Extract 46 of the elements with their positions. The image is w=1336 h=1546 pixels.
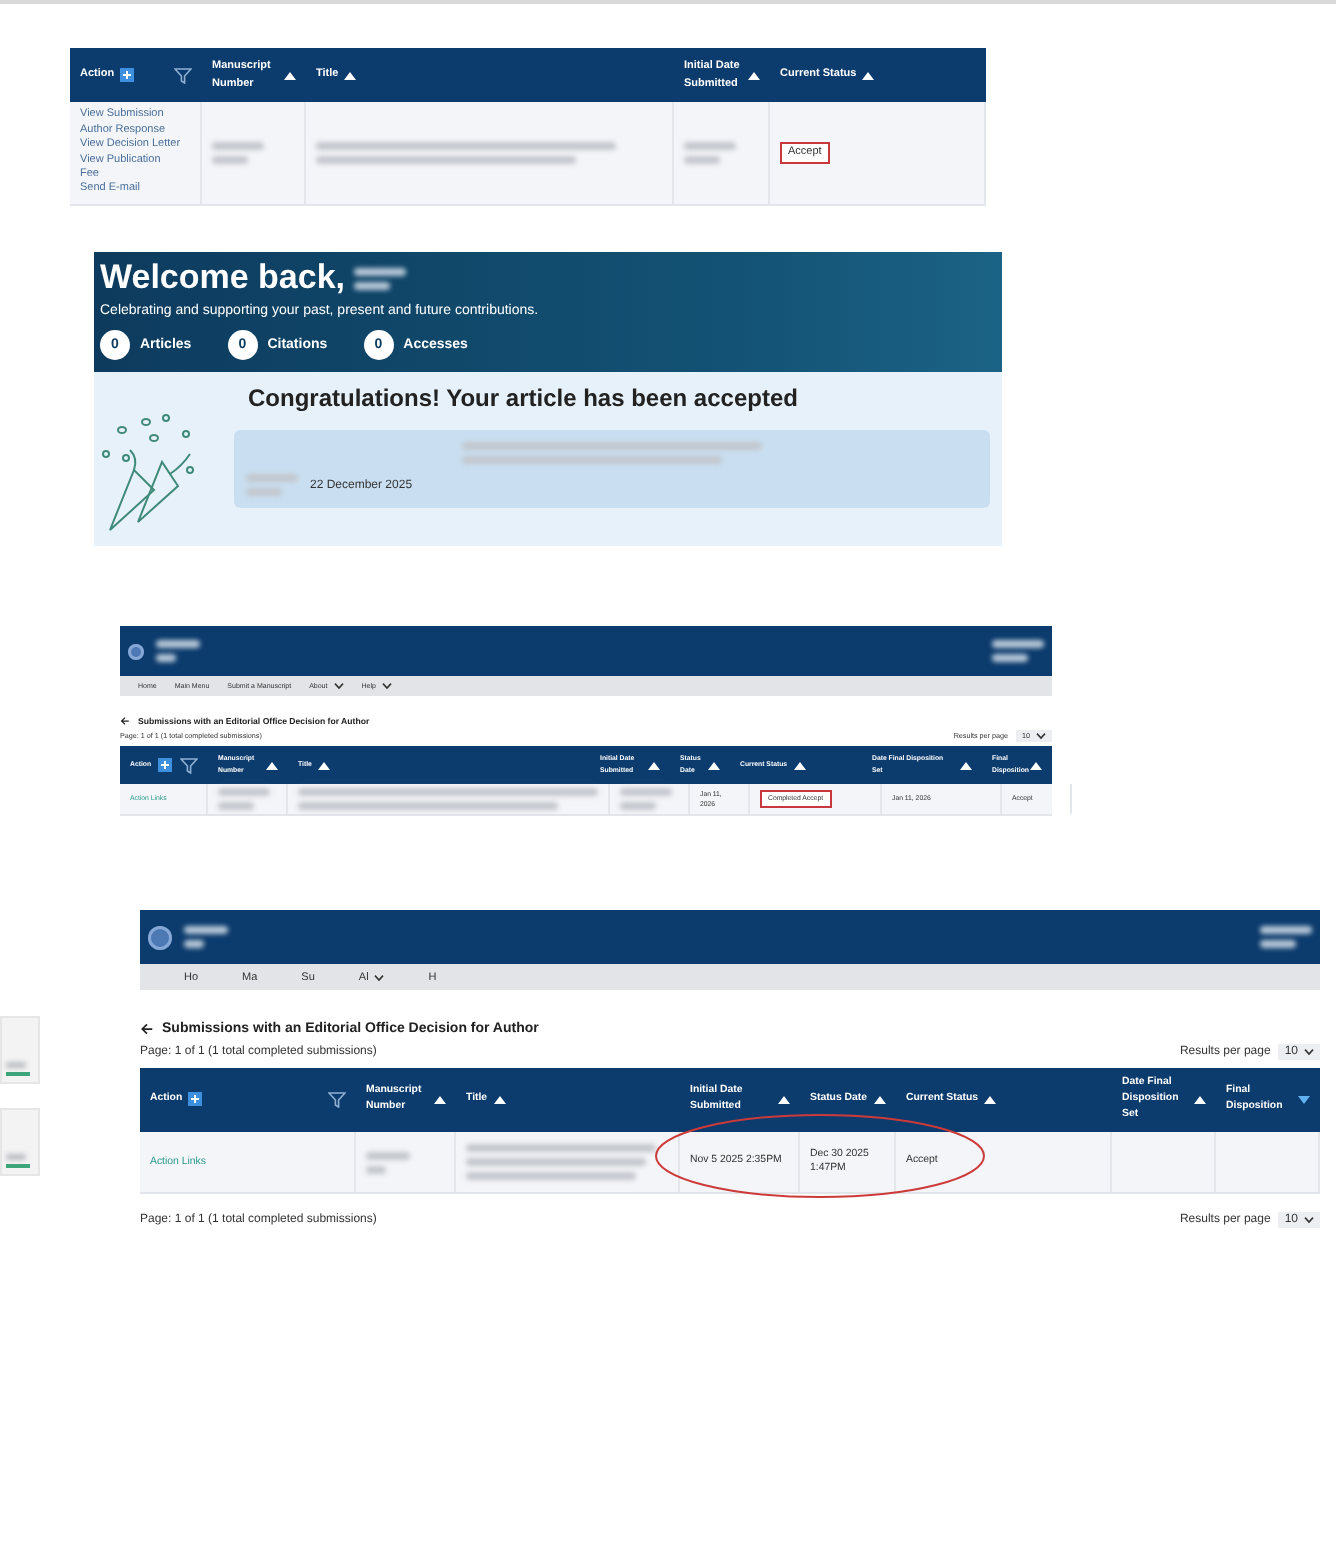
sort-down-icon[interactable] [1298,1094,1310,1106]
sort-up-icon[interactable] [793,759,806,771]
sort-up-icon[interactable] [778,1094,790,1106]
blurred-text [684,142,736,164]
journal-logo [128,643,144,659]
blurred-text [620,788,672,810]
blurred-text [1260,926,1312,948]
journal-logo [148,925,172,949]
welcome-title: Welcome back, [100,258,346,298]
filter-icon[interactable] [174,67,192,83]
sort-up-icon[interactable] [1194,1093,1206,1106]
sort-up-icon[interactable] [648,759,660,771]
blurred-text [353,267,406,289]
expand-icon[interactable] [120,68,135,82]
sort-up-icon[interactable] [873,1093,886,1106]
back-arrow-icon[interactable] [140,1022,154,1036]
sort-up-icon[interactable] [266,759,278,771]
sort-up-icon[interactable] [1030,759,1042,771]
filter-icon[interactable] [328,1092,346,1108]
back-arrow-icon[interactable] [120,716,130,726]
sort-up-icon[interactable] [317,759,330,771]
sort-up-icon[interactable] [984,1093,997,1106]
blurred-text [218,788,270,810]
side-card [0,1016,40,1084]
expand-icon[interactable] [157,758,172,772]
blurred-text [246,474,298,496]
blurred-text [366,1151,410,1173]
side-card [0,1108,40,1176]
sort-up-icon[interactable] [708,759,720,771]
caret-icon [1036,732,1046,740]
sort-up-icon[interactable] [434,1094,446,1106]
filter-icon[interactable] [180,757,198,773]
blurred-text [184,926,228,948]
sort-up-icon[interactable] [344,69,357,81]
caret-icon [1304,1048,1314,1056]
caret-icon [1304,1216,1314,1224]
sort-up-icon[interactable] [748,69,760,81]
sort-up-icon[interactable] [862,69,875,81]
sort-up-icon[interactable] [284,69,296,81]
blurred-text [212,142,264,164]
expand-icon[interactable] [188,1092,203,1107]
sort-up-icon[interactable] [493,1093,506,1106]
blurred-text [992,640,1044,662]
blurred-text [156,640,200,662]
congrats-heading: Congratulations! Your article has been accepted [248,384,800,412]
sort-up-icon[interactable] [960,759,972,771]
